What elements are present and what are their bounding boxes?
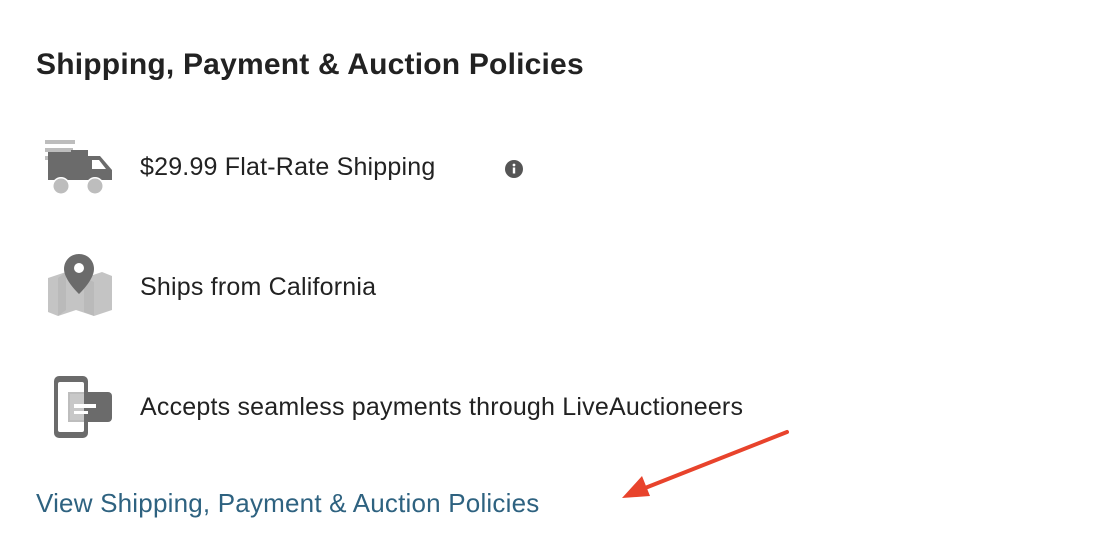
view-policies-link[interactable]: View Shipping, Payment & Auction Policie…: [36, 488, 539, 519]
section-title: Shipping, Payment & Auction Policies: [36, 48, 584, 81]
ships-from-label: Ships from California: [140, 273, 377, 301]
payments-label: Accepts seamless payments through LiveAu…: [140, 393, 744, 421]
truck-icon: [45, 140, 112, 195]
phone-card-icon: [54, 376, 112, 438]
map-pin-icon: [48, 254, 112, 316]
shipping-cost-label: $29.99 Flat-Rate Shipping: [140, 153, 436, 181]
info-icon[interactable]: [505, 160, 523, 178]
